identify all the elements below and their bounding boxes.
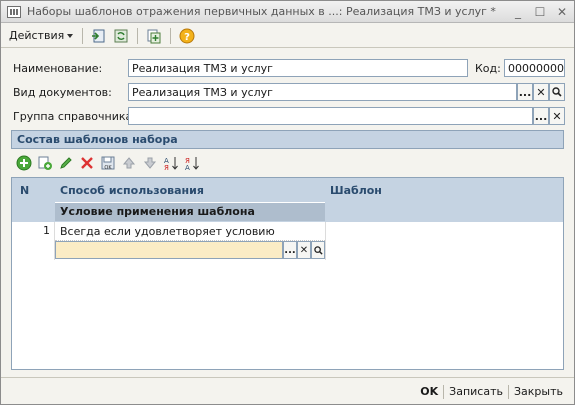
save-button[interactable]: Записать (444, 383, 508, 400)
templates-table[interactable]: N Способ использования Шаблон Условие пр… (11, 177, 564, 370)
toolbar-divider (82, 27, 84, 44)
help-icon[interactable]: ? (178, 27, 196, 45)
sort-asc-icon[interactable]: AЯ (162, 154, 180, 172)
group-clear-icon[interactable]: ✕ (549, 107, 565, 125)
doc-type-clear-icon[interactable]: ✕ (533, 83, 549, 101)
refresh-icon[interactable] (112, 27, 130, 45)
sort-desc-icon[interactable]: ЯA (183, 154, 201, 172)
delete-icon[interactable] (78, 154, 96, 172)
column-header-template[interactable]: Шаблон (330, 184, 382, 197)
window-title: Наборы шаблонов отражения первичных данн… (27, 5, 496, 18)
doc-type-search-icon[interactable] (549, 83, 565, 101)
add-copy-icon[interactable] (36, 154, 54, 172)
chevron-down-icon (67, 33, 74, 38)
svg-text:A: A (185, 164, 190, 171)
actions-menu-button[interactable]: Действия (5, 27, 77, 44)
row-usage-cell[interactable]: Всегда если удовлетворяет условию (55, 223, 325, 241)
save-and-close-icon[interactable] (90, 27, 108, 45)
code-label: Код: (475, 62, 501, 75)
title-bar[interactable]: Наборы шаблонов отражения первичных данн… (1, 1, 574, 23)
condition-select-button[interactable]: ... (283, 241, 297, 259)
name-input[interactable]: Реализация ТМЗ и услуг (128, 59, 468, 77)
group-label: Группа справочника: (13, 110, 136, 123)
doc-type-input[interactable]: Реализация ТМЗ и услуг (128, 83, 517, 101)
name-label: Наименование: (13, 62, 103, 75)
code-input[interactable]: 000000001 (504, 59, 565, 77)
end-edit-icon[interactable]: OK (99, 154, 117, 172)
form-window: Наборы шаблонов отражения первичных данн… (0, 0, 575, 405)
group-select-button[interactable]: ... (533, 107, 549, 125)
close-window-button[interactable]: ✕ (552, 4, 572, 20)
copy-icon[interactable] (145, 27, 163, 45)
close-button[interactable]: Закрыть (509, 383, 568, 400)
svg-text:Я: Я (164, 164, 169, 171)
column-header-n[interactable]: N (20, 184, 29, 197)
table-header: N Способ использования Шаблон Условие пр… (12, 178, 563, 222)
maximize-button[interactable]: ☐ (530, 4, 550, 20)
edit-icon[interactable] (57, 154, 75, 172)
add-icon[interactable] (15, 154, 33, 172)
toolbar-divider (170, 27, 172, 44)
toolbar-divider (137, 27, 139, 44)
doc-type-select-button[interactable]: ... (517, 83, 533, 101)
catalog-icon (7, 5, 21, 18)
toolbar: Действия ? (1, 24, 574, 48)
row-condition-input[interactable] (55, 241, 283, 259)
minimize-button[interactable]: _ (508, 4, 528, 20)
condition-search-icon[interactable] (311, 241, 325, 259)
column-divider (325, 222, 326, 260)
section-toolbar: OK AЯ ЯA (11, 152, 564, 174)
bottom-bar: OK Записать Закрыть (1, 377, 574, 405)
move-up-icon[interactable] (120, 154, 138, 172)
svg-text:?: ? (184, 32, 190, 43)
column-header-condition[interactable]: Условие применения шаблона (55, 202, 325, 221)
column-header-usage[interactable]: Способ использования (60, 184, 204, 197)
move-down-icon[interactable] (141, 154, 159, 172)
section-title: Состав шаблонов набора (11, 130, 564, 149)
svg-text:OK: OK (104, 165, 112, 171)
ok-button[interactable]: OK (415, 383, 443, 400)
row-number: 1 (43, 224, 50, 237)
condition-clear-icon[interactable]: ✕ (297, 241, 311, 259)
actions-label: Действия (9, 29, 65, 42)
doc-type-label: Вид документов: (13, 86, 112, 99)
group-input[interactable] (128, 107, 533, 125)
